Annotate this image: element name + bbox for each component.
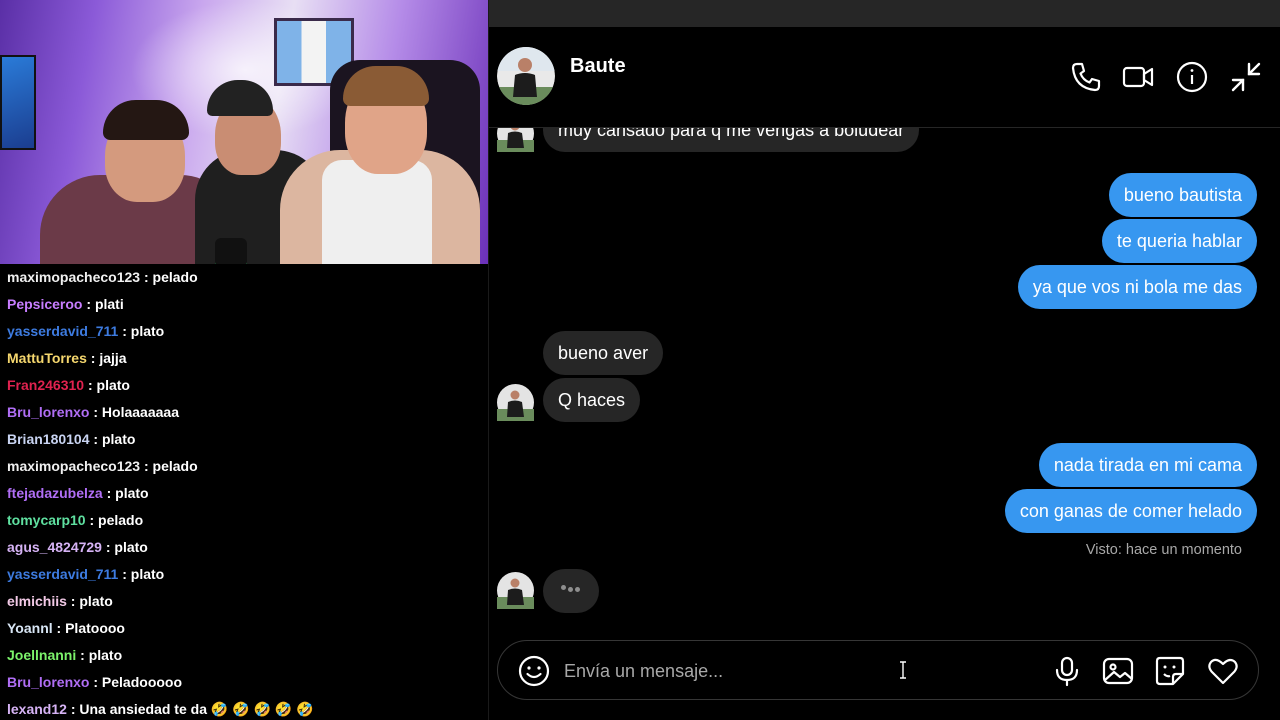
chat-line: yasserdavid_711 : plato (7, 323, 165, 339)
chat-line: Fran246310 : plato (7, 377, 130, 393)
chat-line: Bru_lorenxo : Peladooooo (7, 674, 183, 690)
conversation-header: Baute (489, 27, 1280, 128)
chat-message: plato (130, 566, 165, 582)
chat-line: ftejadazubelza : plato (7, 485, 149, 501)
chat-username[interactable]: maximopacheco123 (7, 458, 140, 474)
video-icon[interactable] (1121, 60, 1155, 94)
message-bubble-outgoing[interactable]: ya que vos ni bola me das (1017, 265, 1257, 309)
chat-message: plato (115, 485, 149, 501)
chat-username[interactable]: lexand12 (7, 701, 67, 717)
chat-message: plato (79, 593, 113, 609)
chat-line: Yoannl : Platoooo (7, 620, 125, 636)
chat-message: Peladooooo (101, 674, 183, 690)
chat-line: elmichiis : plato (7, 593, 113, 609)
chat-line: Pepsiceroo : plati (7, 296, 124, 312)
chat-username[interactable]: ftejadazubelza (7, 485, 103, 501)
chat-username[interactable]: agus_4824729 (7, 539, 102, 555)
chat-line: Joellnanni : plato (7, 647, 123, 663)
message-bubble-incoming[interactable]: muy cansado para q me vengas a boludear (543, 128, 920, 152)
chat-line: agus_4824729 : plato (7, 539, 148, 555)
message-bubble-outgoing[interactable]: bueno bautista (1108, 173, 1257, 217)
phone-icon[interactable] (1069, 60, 1103, 94)
info-icon[interactable] (1175, 60, 1209, 94)
chat-message: plato (130, 323, 165, 339)
chat-username[interactable]: yasserdavid_711 (7, 323, 118, 339)
chat-message: plato (88, 647, 123, 663)
contact-name[interactable]: Baute (570, 55, 626, 78)
heart-icon[interactable] (1207, 655, 1239, 687)
chat-message: pelado (152, 269, 198, 285)
chat-username[interactable]: tomycarp10 (7, 512, 86, 528)
chat-line: maximopacheco123 : pelado (7, 269, 198, 285)
streamer-left-hair (103, 100, 189, 140)
direct-message-panel: Baute muy cansado para q me vengas a bol… (488, 0, 1280, 720)
chat-username[interactable]: MattuTorres (7, 350, 87, 366)
chat-username[interactable]: Joellnanni (7, 647, 76, 663)
message-bubble-outgoing[interactable]: con ganas de comer helado (1004, 489, 1257, 533)
webcam-feed (0, 0, 488, 274)
message-bubble-incoming[interactable]: Q haces (543, 378, 641, 422)
chat-line: maximopacheco123 : pelado (7, 458, 198, 474)
chat-username[interactable]: maximopacheco123 (7, 269, 140, 285)
chat-username[interactable]: Fran246310 (7, 377, 84, 393)
chat-username[interactable]: Bru_lorenxo (7, 674, 89, 690)
chat-message: Platoooo (65, 620, 125, 636)
chat-message: plato (114, 539, 148, 555)
message-bubble-incoming[interactable]: bueno aver (543, 331, 664, 375)
chat-line: MattuTorres : jajja (7, 350, 127, 366)
chat-message: plato (101, 431, 136, 447)
chat-username[interactable]: Bru_lorenxo (7, 404, 89, 420)
chat-message: plati (94, 296, 124, 312)
chat-message: pelado (98, 512, 144, 528)
message-bubble-outgoing[interactable]: nada tirada en mi cama (1038, 443, 1257, 487)
chat-message: plato (96, 377, 130, 393)
chat-message: Una ansiedad te da 🤣 🤣 🤣 🤣 🤣 (79, 701, 314, 717)
typing-indicator (543, 569, 599, 613)
chat-username[interactable]: Brian180104 (7, 431, 90, 447)
chat-line: lexand12 : Una ansiedad te da 🤣 🤣 🤣 🤣 🤣 (7, 701, 314, 717)
stream-chat: maximopacheco123 : pelado Pepsiceroo : p… (0, 264, 488, 720)
message-input[interactable] (564, 653, 984, 689)
background-monitor (0, 55, 36, 150)
window-top-bar (489, 0, 1280, 27)
sticker-icon[interactable] (1154, 655, 1186, 687)
chat-line: Bru_lorenxo : Holaaaaaaa (7, 404, 179, 420)
streamer-right-hair (343, 66, 429, 106)
chat-message: jajja (99, 350, 127, 366)
image-icon[interactable] (1102, 655, 1134, 687)
contact-avatar-small (497, 128, 534, 152)
microphone-icon[interactable] (1051, 655, 1083, 687)
chat-message: Holaaaaaaa (101, 404, 179, 420)
chat-message: pelado (152, 458, 198, 474)
contact-avatar-small (497, 572, 534, 609)
chat-username[interactable]: Yoannl (7, 620, 53, 636)
streamer-right-shirt (322, 160, 432, 274)
chat-line: Brian180104 : plato (7, 431, 136, 447)
minimize-icon[interactable] (1229, 60, 1263, 94)
contact-avatar[interactable] (497, 47, 555, 105)
chat-username[interactable]: Pepsiceroo (7, 296, 82, 312)
message-bubble-outgoing[interactable]: te queria hablar (1101, 219, 1257, 263)
contact-avatar-small (497, 384, 534, 421)
chat-username[interactable]: elmichiis (7, 593, 67, 609)
text-cursor-icon (900, 661, 906, 679)
message-composer (497, 640, 1259, 700)
message-thread: muy cansado para q me vengas a boludear … (489, 128, 1280, 633)
chat-line: tomycarp10 : pelado (7, 512, 144, 528)
seen-status: Visto: hace un momento (1085, 542, 1242, 558)
emoji-icon[interactable] (518, 655, 550, 687)
chat-line: yasserdavid_711 : plato (7, 566, 165, 582)
chat-username[interactable]: yasserdavid_711 (7, 566, 118, 582)
